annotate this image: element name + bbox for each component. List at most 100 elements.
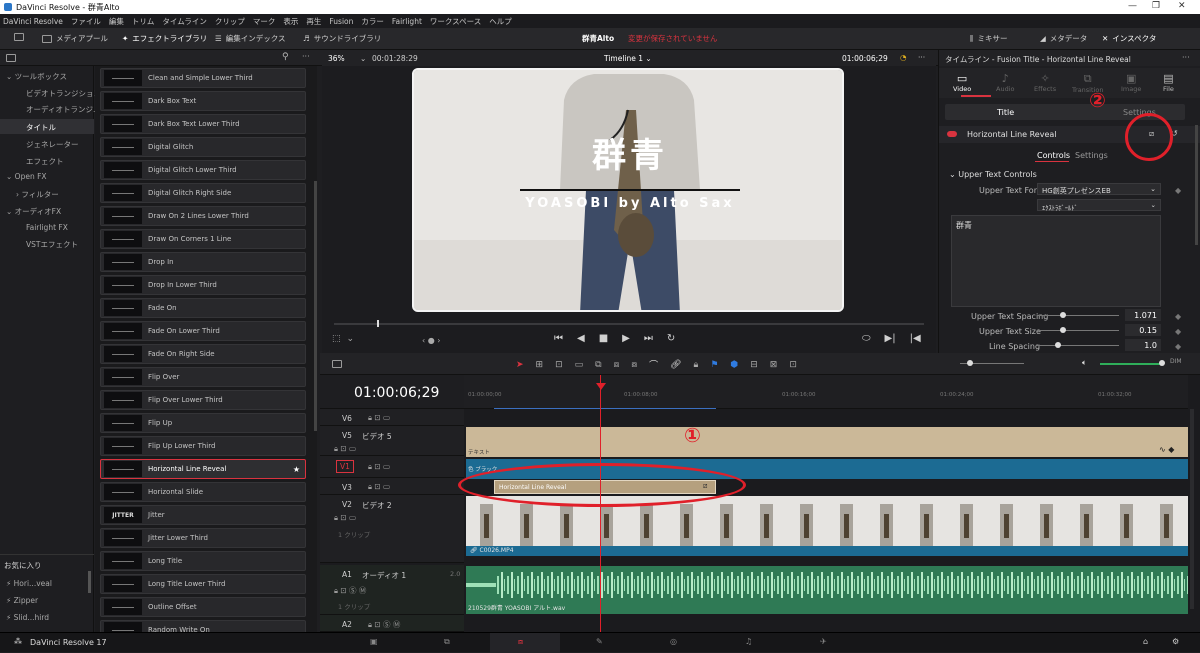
tree-fairlight-fx[interactable]: Fairlight FX	[26, 223, 68, 232]
track-v5-icons[interactable]: 🔒︎ ⊡ ▭	[334, 444, 356, 454]
marker-icon[interactable]: ⬢	[730, 360, 738, 370]
track-name-v5[interactable]: ビデオ 5	[362, 431, 392, 442]
clip-text[interactable]: テキスト ∿ ◆	[466, 427, 1188, 457]
keyframe-diamond-icon[interactable]: ◆	[1175, 186, 1181, 195]
play-icon[interactable]: ▶	[622, 333, 630, 344]
loop-icon[interactable]: ↻	[667, 333, 675, 344]
blade-tool-icon[interactable]: ▭	[575, 360, 584, 370]
zoom-level[interactable]: 36%	[328, 54, 345, 63]
title-list-item[interactable]: Dark Box Text Lower Third	[100, 114, 306, 134]
track-a1-icons[interactable]: 🔒︎ ⊡ Ⓢ Ⓜ	[334, 585, 366, 596]
deliver-page-icon[interactable]: ✈	[820, 637, 827, 646]
size-slider-handle[interactable]	[1060, 327, 1066, 333]
home-icon[interactable]: ⌂	[1143, 637, 1148, 646]
title-list-item[interactable]: Draw On Corners 1 Line	[100, 229, 306, 249]
dynamic-trim-icon[interactable]: ⊡	[555, 360, 563, 370]
dim-button[interactable]: DIM	[1170, 358, 1182, 365]
line-keyframe-icon[interactable]: ◆	[1175, 342, 1181, 351]
tab-audio[interactable]: ♪ Audio	[996, 72, 1014, 93]
title-list-item[interactable]: Digital Glitch	[100, 137, 306, 157]
stop-icon[interactable]: ■	[599, 333, 608, 344]
track-v4-icons[interactable]: 🔒︎ ⊡ ▭	[368, 462, 390, 472]
menu-file[interactable]: ファイル	[71, 16, 101, 27]
tree-vst[interactable]: VSTエフェクト	[26, 239, 78, 250]
menu-workspace[interactable]: ワークスペース	[430, 16, 481, 27]
track-name-v2[interactable]: ビデオ 2	[362, 500, 392, 511]
scrubber-playhead[interactable]	[377, 320, 379, 327]
ctrl-tab-settings[interactable]: Settings	[1075, 151, 1108, 160]
close-button[interactable]: ✕	[1178, 1, 1186, 11]
favorite-item-2[interactable]: ⚡ Zipper	[6, 596, 38, 605]
line-spacing-value[interactable]: 1.0	[1125, 339, 1161, 351]
selection-tool-icon[interactable]: ➤	[516, 360, 524, 370]
menu-clip[interactable]: クリップ	[215, 16, 245, 27]
track-label-v4[interactable]: V1	[336, 460, 354, 473]
menu-edit[interactable]: 編集	[109, 16, 124, 27]
title-list-item[interactable]: Draw On 2 Lines Lower Third	[100, 206, 306, 226]
edit-index-button[interactable]: ☰ 編集インデックス	[215, 33, 286, 44]
fusion-page-icon[interactable]: ✎	[596, 637, 603, 646]
menu-playback[interactable]: 再生	[306, 16, 321, 27]
title-list-item[interactable]: Flip Over	[100, 367, 306, 387]
menu-view[interactable]: 表示	[283, 16, 298, 27]
favorite-star-icon[interactable]: ★	[293, 465, 300, 474]
title-list-item[interactable]: Fade On	[100, 298, 306, 318]
tab-video[interactable]: ▭ Video	[953, 72, 971, 93]
ctrl-tab-controls[interactable]: Controls	[1037, 151, 1070, 160]
title-list-item[interactable]: Drop In Lower Third	[100, 275, 306, 295]
title-list-item[interactable]: Random Write On	[100, 620, 306, 632]
zoom-slider-handle[interactable]	[967, 360, 973, 366]
edit-page-icon[interactable]: ⧈	[518, 637, 523, 647]
go-to-start-icon[interactable]: ⏮	[554, 333, 563, 344]
track-v3-icons[interactable]: 🔒︎ ⊡ ▭	[368, 482, 390, 492]
timeline-selector[interactable]: Timeline 1 ⌄	[604, 54, 652, 63]
trim-tool-icon[interactable]: ⊞	[536, 360, 544, 370]
menu-mark[interactable]: マーク	[253, 16, 276, 27]
minimize-button[interactable]: —	[1128, 1, 1137, 11]
zoom-full-icon[interactable]: ⊟	[750, 360, 758, 370]
tree-titles[interactable]: タイトル	[26, 122, 56, 133]
insert-clip-icon[interactable]: ⧉	[595, 360, 601, 370]
title-list-item[interactable]: Flip Up	[100, 413, 306, 433]
next-edit-icon[interactable]: ▶|	[885, 333, 896, 344]
inspector-options-icon[interactable]: ···	[1182, 53, 1190, 62]
tab-file[interactable]: ▤ File	[1163, 72, 1174, 93]
tree-toolbox[interactable]: ⌄ ツールボックス	[6, 71, 67, 82]
track-v6-icons[interactable]: 🔒︎ ⊡ ▭	[368, 413, 390, 423]
volume-icon[interactable]: 🔈︎	[1082, 358, 1087, 368]
link-icon[interactable]: 🔗︎	[670, 360, 681, 370]
font-style-select[interactable]: ｴｸｽﾄﾗﾎﾞｰﾙﾄﾞ ⌄	[1037, 199, 1161, 212]
metadata-button[interactable]: ◢ メタデータ	[1040, 33, 1087, 44]
maximize-button[interactable]: ❐	[1152, 1, 1160, 11]
transform-icon[interactable]: ⬚	[332, 334, 341, 344]
viewer-scrubber[interactable]	[334, 323, 924, 325]
clip-audio[interactable]: 210529群青 YOASOBI アルト.wav	[466, 566, 1188, 614]
favorite-item-3[interactable]: ⚡ Slid...hird	[6, 613, 49, 622]
title-list-item[interactable]: Fade On Lower Third	[100, 321, 306, 341]
prev-edit-icon[interactable]: |◀	[910, 333, 921, 344]
title-list-item[interactable]: Fade On Right Side	[100, 344, 306, 364]
reverse-icon[interactable]: ◀	[577, 333, 585, 344]
section-upper-text[interactable]: ⌄ Upper Text Controls	[949, 170, 1037, 179]
title-list-item[interactable]: Dark Box Text	[100, 91, 306, 111]
title-list-item[interactable]: Long Title	[100, 551, 306, 571]
cut-page-icon[interactable]: ⧉	[444, 637, 450, 647]
playhead-handle[interactable]	[596, 383, 606, 390]
tree-audio-transitions[interactable]: オーディオトランジ...	[26, 104, 100, 115]
size-value[interactable]: 0.15	[1125, 324, 1161, 336]
panel-toggle-icon[interactable]	[6, 53, 16, 62]
replace-clip-icon[interactable]: ⧇	[631, 360, 637, 370]
timeline-ruler[interactable]: 01:00:00;00 01:00:08;00 01:00:16;00 01:0…	[464, 375, 1188, 409]
track-v2-icons[interactable]: 🔒︎ ⊡ ▭	[334, 513, 356, 523]
menu-resolve[interactable]: DaVinci Resolve	[3, 17, 63, 26]
menu-timeline[interactable]: タイムライン	[162, 16, 206, 27]
zoom-detail-icon[interactable]: ⊠	[770, 360, 778, 370]
title-list-item[interactable]: Horizontal Line Reveal ★	[100, 459, 306, 479]
timeline-view-icon[interactable]	[332, 359, 342, 368]
line-spacing-slider-handle[interactable]	[1055, 342, 1061, 348]
title-list-item[interactable]: Drop In	[100, 252, 306, 272]
lock-icon[interactable]: 🔒︎	[694, 360, 699, 370]
subtab-title[interactable]: Title	[997, 108, 1014, 117]
title-list-item[interactable]: JITTER Jitter	[100, 505, 306, 525]
search-icon[interactable]: ⚲	[282, 52, 289, 62]
